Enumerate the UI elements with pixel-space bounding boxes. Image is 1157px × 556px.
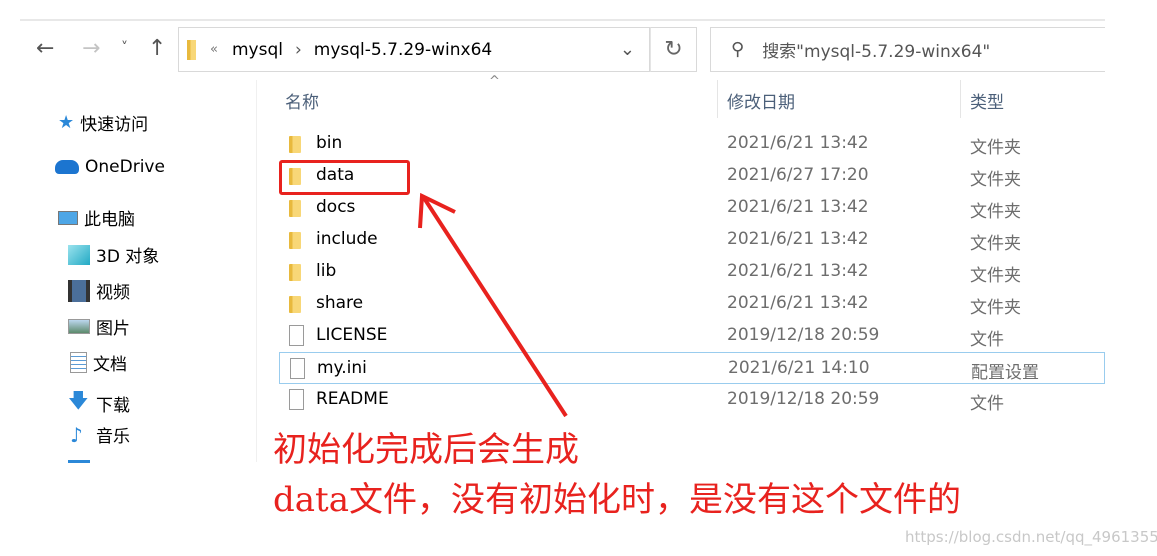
annotation-line-2: data文件，没有初始化时，是没有这个文件的 [273,480,961,520]
arrow-shaft [422,196,568,418]
watermark: https://blog.csdn.net/qq_49613557 [905,528,1157,546]
annotation-line-1: 初始化完成后会生成 [273,430,579,470]
